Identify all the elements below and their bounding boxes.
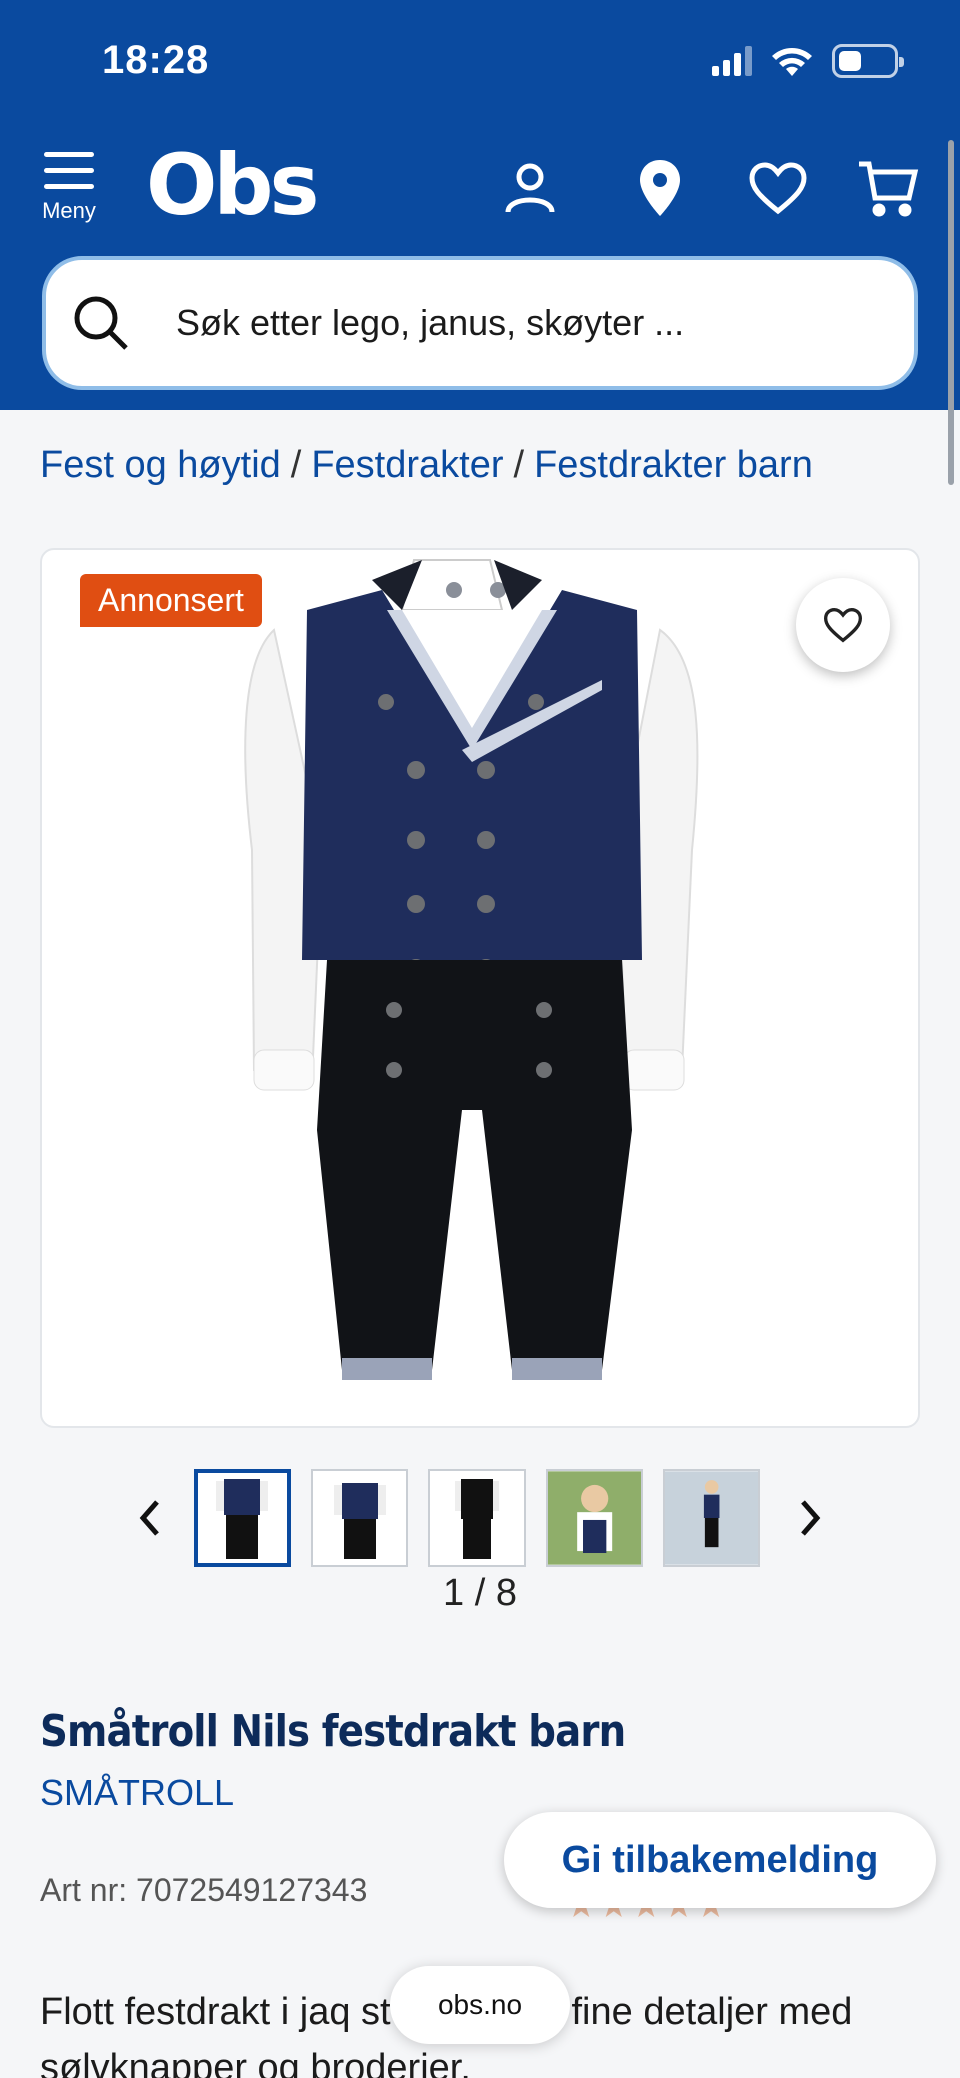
wishlist-button[interactable] xyxy=(746,156,810,220)
breadcrumb-link-festdrakter[interactable]: Festdrakter xyxy=(311,444,503,486)
search-bar[interactable] xyxy=(42,256,918,390)
browser-url-pill[interactable]: obs.no xyxy=(390,1966,570,2044)
thumbnail[interactable] xyxy=(428,1469,526,1567)
site-header: 18:28 Meny Obs xyxy=(0,0,960,410)
page-scrollbar[interactable] xyxy=(948,140,954,485)
cart-icon xyxy=(859,161,919,217)
account-button[interactable] xyxy=(498,156,562,220)
breadcrumb-separator: / xyxy=(290,444,302,486)
thumbnail[interactable] xyxy=(193,1469,291,1567)
heart-icon xyxy=(823,607,863,643)
cellular-signal-icon xyxy=(712,46,752,76)
feedback-button[interactable]: Gi tilbakemelding xyxy=(504,1812,936,1908)
thumbnail[interactable] xyxy=(663,1469,761,1567)
product-image-card[interactable]: Annonsert xyxy=(40,548,920,1428)
thumbnail-image xyxy=(216,1479,269,1559)
heart-icon xyxy=(749,162,807,215)
obs-logo[interactable]: Obs xyxy=(146,140,320,230)
thumbnail-image xyxy=(665,1471,759,1565)
store-locator-button[interactable] xyxy=(628,156,692,220)
thumbnail-strip xyxy=(120,1468,840,1568)
wifi-icon xyxy=(772,48,812,76)
next-image-button[interactable] xyxy=(780,1488,840,1548)
chevron-left-icon xyxy=(139,1500,159,1536)
chevron-right-icon xyxy=(801,1500,821,1536)
sponsored-badge: Annonsert xyxy=(80,574,262,627)
breadcrumb: Fest og høytid / Festdrakter / Festdrakter b… xyxy=(40,444,813,487)
search-input[interactable] xyxy=(176,302,876,344)
status-icons xyxy=(712,44,904,78)
battery-icon xyxy=(832,44,904,78)
product-image xyxy=(244,559,699,1380)
breadcrumb-separator: / xyxy=(513,444,525,486)
breadcrumb-link-festdrakter-barn[interactable]: Festdrakter barn xyxy=(534,444,813,486)
menu-button[interactable]: Meny xyxy=(36,152,102,236)
prev-image-button[interactable] xyxy=(120,1488,180,1548)
location-pin-icon xyxy=(640,160,680,216)
user-icon xyxy=(505,163,555,213)
cart-button[interactable] xyxy=(856,156,920,220)
product-title: Småtroll Nils festdrakt barn xyxy=(40,1706,626,1757)
article-number: Art nr: 7072549127343 xyxy=(40,1872,368,1908)
search-icon xyxy=(74,296,128,350)
breadcrumb-link-fest-og-hoytid[interactable]: Fest og høytid xyxy=(40,444,281,486)
product-brand-link[interactable]: SMÅTROLL xyxy=(40,1772,234,1814)
add-to-wishlist-button[interactable] xyxy=(796,578,890,672)
menu-label: Meny xyxy=(42,198,96,223)
thumbnail-image xyxy=(333,1483,386,1559)
status-time: 18:28 xyxy=(102,38,210,82)
image-counter: 1 / 8 xyxy=(443,1572,517,1614)
thumbnail-image xyxy=(547,1471,642,1565)
hamburger-icon xyxy=(44,152,94,200)
thumbnail[interactable] xyxy=(545,1469,644,1567)
thumbnail[interactable] xyxy=(310,1469,409,1567)
thumbnail-image xyxy=(455,1479,500,1559)
